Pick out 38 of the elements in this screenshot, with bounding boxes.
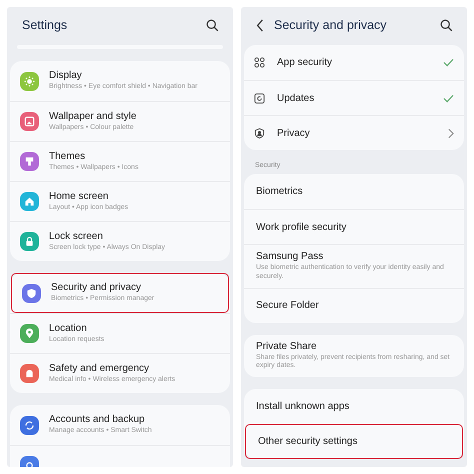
settings-item[interactable]: Other security settings xyxy=(245,424,463,459)
settings-item[interactable]: Biometrics xyxy=(244,174,464,209)
settings-item[interactable]: Work profile security xyxy=(244,209,464,244)
privacy-icon xyxy=(254,128,265,138)
settings-item[interactable]: Updates xyxy=(244,80,464,115)
item-title: Updates xyxy=(277,92,316,104)
settings-item[interactable]: Secure Folder xyxy=(244,288,464,322)
item-title: Work profile security xyxy=(256,222,348,232)
search-icon[interactable] xyxy=(206,18,219,32)
chevron-icon xyxy=(448,128,454,138)
item-title: Accounts and backup xyxy=(49,414,146,426)
settings-item[interactable]: Install unknown apps xyxy=(244,389,464,424)
item-title: Themes xyxy=(49,150,86,162)
item-title: Install unknown apps xyxy=(256,401,350,412)
item-title: Samsung Pass xyxy=(256,251,324,262)
settings-item[interactable]: Privacy xyxy=(244,115,464,150)
check-icon xyxy=(443,58,454,67)
item-title: Secure Folder xyxy=(256,300,320,311)
item-title: Biometrics xyxy=(256,186,304,197)
item-title: Security and privacy xyxy=(51,282,142,294)
item-title: Home screen xyxy=(49,190,110,202)
grid-icon xyxy=(254,57,265,68)
update-icon xyxy=(254,92,265,104)
search-icon[interactable] xyxy=(440,18,453,32)
item-title: Privacy xyxy=(277,128,311,138)
item-title: Lock screen xyxy=(49,230,104,242)
check-icon xyxy=(443,94,454,102)
item-title: Other security settings xyxy=(258,436,358,447)
item-title: Display xyxy=(49,70,83,82)
settings-item[interactable]: App security xyxy=(244,45,464,80)
item-title: Wallpaper and style xyxy=(49,110,138,122)
item-title: Safety and emergency xyxy=(49,362,150,374)
item-title: Private Share xyxy=(256,340,318,352)
item-title: App security xyxy=(277,57,334,68)
screen-title: Security and privacy xyxy=(274,18,388,32)
screen-title: Settings xyxy=(22,18,68,32)
item-title: Location xyxy=(49,322,88,334)
back-icon[interactable] xyxy=(256,18,264,32)
